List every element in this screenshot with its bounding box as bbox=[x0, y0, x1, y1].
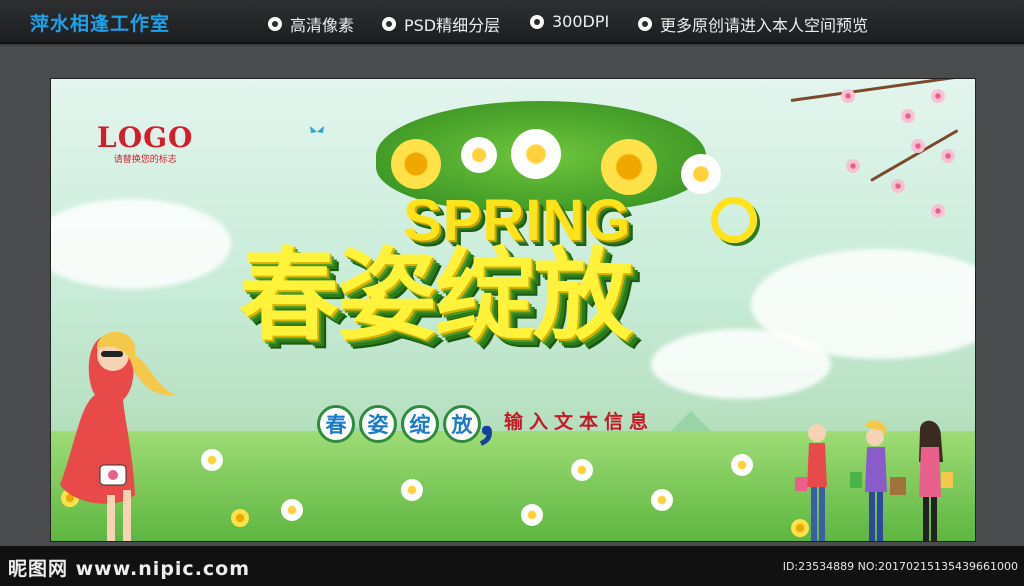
logo-text: LOGO bbox=[97, 121, 194, 154]
daisy-icon bbox=[651, 489, 673, 511]
dandelion-icon bbox=[231, 509, 249, 527]
bullet-icon bbox=[638, 17, 652, 31]
daisy-icon bbox=[201, 449, 223, 471]
sub-text: 输入文本信息 bbox=[504, 411, 655, 433]
sub-char: 姿 bbox=[359, 405, 397, 443]
feature-label: 更多原创请进入本人空间预览 bbox=[660, 16, 869, 35]
feature-label: 300DPI bbox=[552, 12, 610, 31]
watermark-footer: 昵图网 www.nipic.com ID:23534889 NO:2017021… bbox=[0, 546, 1024, 586]
logo: LOGO 请替换您的标志 bbox=[97, 121, 193, 165]
daisy-icon bbox=[521, 504, 543, 526]
feature-item: 高清像素 bbox=[268, 12, 354, 36]
cloud bbox=[51, 199, 231, 289]
feature-label: PSD精细分层 bbox=[404, 16, 501, 35]
blossom-icon bbox=[891, 179, 905, 193]
daisy-icon bbox=[511, 129, 561, 179]
shoppers-illustration bbox=[795, 420, 953, 541]
image-id: ID:23534889 NO:20170215135439661000 bbox=[782, 560, 1018, 573]
spring-poster: LOGO 请替换您的标志 SPRING 春姿绽放 春 姿 绽 放 ， 输入文本信… bbox=[50, 78, 976, 542]
daisy-icon bbox=[571, 459, 593, 481]
feature-item: 更多原创请进入本人空间预览 bbox=[638, 12, 868, 36]
daisy-icon bbox=[281, 499, 303, 521]
studio-name: 萍水相逢工作室 bbox=[30, 13, 171, 35]
sub-title: 春 姿 绽 放 bbox=[317, 405, 481, 443]
sub-char: 春 bbox=[317, 405, 355, 443]
blossom-icon bbox=[901, 109, 915, 123]
blossom-icon bbox=[931, 89, 945, 103]
daisy-icon bbox=[401, 479, 423, 501]
blossom-icon bbox=[931, 204, 945, 218]
daisy-icon bbox=[461, 137, 497, 173]
swirl-ornament bbox=[711, 197, 757, 243]
woman-illustration bbox=[60, 331, 175, 541]
bullet-icon bbox=[268, 17, 282, 31]
top-info-bar: 萍水相逢工作室 高清像素 PSD精细分层 300DPI 更多原创请进入本人空间预… bbox=[0, 0, 1024, 44]
butterfly-icon bbox=[310, 126, 324, 133]
blossom-icon bbox=[941, 149, 955, 163]
feature-item: PSD精细分层 bbox=[382, 12, 500, 36]
bullet-icon bbox=[382, 17, 396, 31]
blossom-icon bbox=[841, 89, 855, 103]
cloud bbox=[651, 329, 831, 399]
dandelion-icon bbox=[391, 139, 441, 189]
feature-label: 高清像素 bbox=[290, 16, 355, 35]
blossom-icon bbox=[911, 139, 925, 153]
sub-char: 绽 bbox=[401, 405, 439, 443]
feature-item: 300DPI bbox=[530, 12, 609, 31]
bullet-icon bbox=[530, 14, 544, 29]
daisy-icon bbox=[731, 454, 753, 476]
blossom-branch bbox=[790, 79, 975, 102]
headline: 春姿绽放 bbox=[239, 237, 633, 354]
blossom-icon bbox=[846, 159, 860, 173]
site-watermark: 昵图网 www.nipic.com bbox=[8, 558, 251, 580]
daisy-icon bbox=[681, 154, 721, 194]
